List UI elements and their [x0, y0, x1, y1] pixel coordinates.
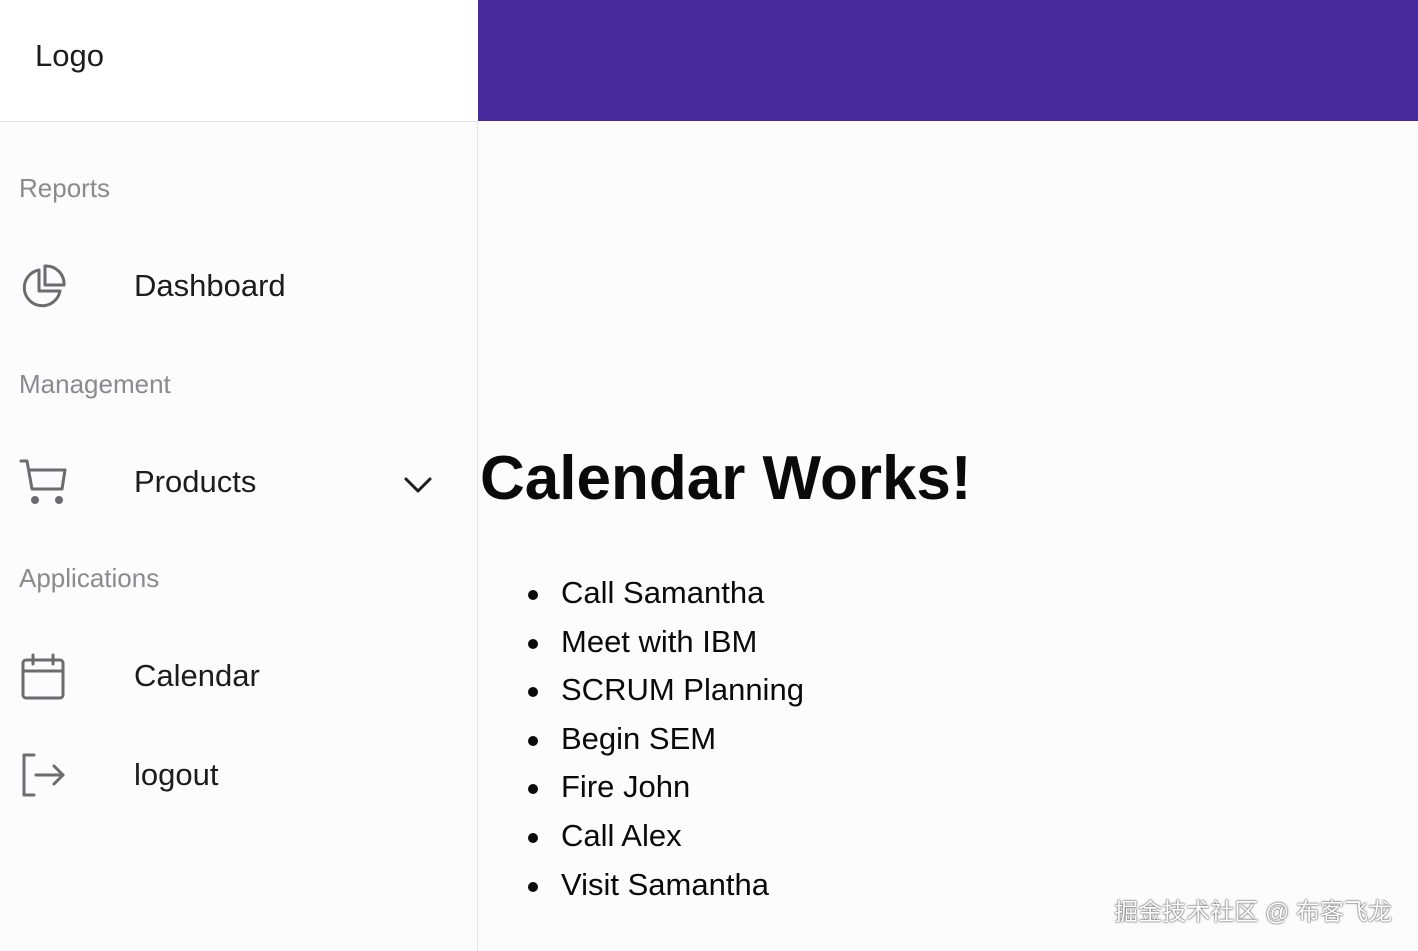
list-item: Call Alex	[478, 812, 804, 861]
calendar-icon	[18, 652, 68, 702]
sidebar-item-label: logout	[134, 757, 219, 792]
list-item: Meet with IBM	[478, 618, 804, 667]
top-header-bar	[478, 0, 1418, 121]
sidebar-item-label: Dashboard	[134, 268, 286, 303]
main-content: Calendar Works! Call Samantha Meet with …	[478, 121, 1418, 951]
section-title-applications: Applications	[19, 563, 160, 593]
list-item: Fire John	[478, 763, 804, 812]
page-title: Calendar Works!	[480, 444, 972, 513]
sidebar-item-dashboard[interactable]: Dashboard	[0, 251, 478, 321]
sidebar: Logo Reports Dashboard Management Produc…	[0, 0, 478, 951]
list-item: Visit Samantha	[478, 861, 804, 910]
app: Logo Reports Dashboard Management Produc…	[0, 0, 1418, 951]
list-item: SCRUM Planning	[478, 666, 804, 715]
logout-icon	[18, 751, 68, 801]
watermark: 掘金技术社区 @ 布客飞龙	[1114, 899, 1392, 926]
sidebar-item-logout[interactable]: logout	[0, 740, 478, 810]
section-title-reports: Reports	[19, 173, 111, 203]
list-item: Call Samantha	[478, 569, 804, 618]
section-title-management: Management	[19, 369, 171, 399]
cart-icon	[18, 458, 68, 508]
todo-list: Call Samantha Meet with IBM SCRUM Planni…	[478, 569, 804, 909]
sidebar-item-products[interactable]: Products	[0, 447, 478, 517]
chevron-down-icon[interactable]	[400, 467, 436, 503]
sidebar-item-label: Products	[134, 464, 257, 499]
sidebar-item-label: Calendar	[134, 658, 260, 693]
logo[interactable]: Logo	[35, 38, 104, 74]
sidebar-item-calendar[interactable]: Calendar	[0, 641, 478, 711]
pie-chart-icon	[18, 262, 68, 312]
logo-bar: Logo	[0, 0, 478, 122]
list-item: Begin SEM	[478, 715, 804, 764]
